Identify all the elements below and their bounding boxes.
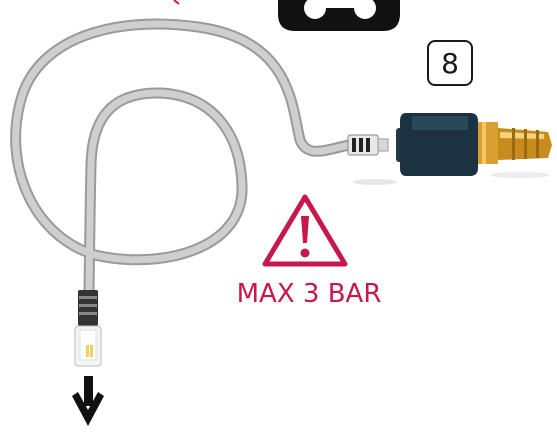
pressure-fitting [396,113,552,178]
diagram-canvas: 8 MAX 3 BAR [0,0,557,433]
arrow-down-icon [72,376,104,426]
cable-plug-left [74,290,102,367]
warning-label: MAX 3 BAR [236,279,382,309]
cable-connector-right [347,134,397,185]
top-device-icon [278,0,400,31]
warning-triangle-icon [262,194,348,267]
diagram-drawing [10,0,552,426]
step-number-badge: 8 [427,40,473,86]
red-mark [173,0,180,5]
